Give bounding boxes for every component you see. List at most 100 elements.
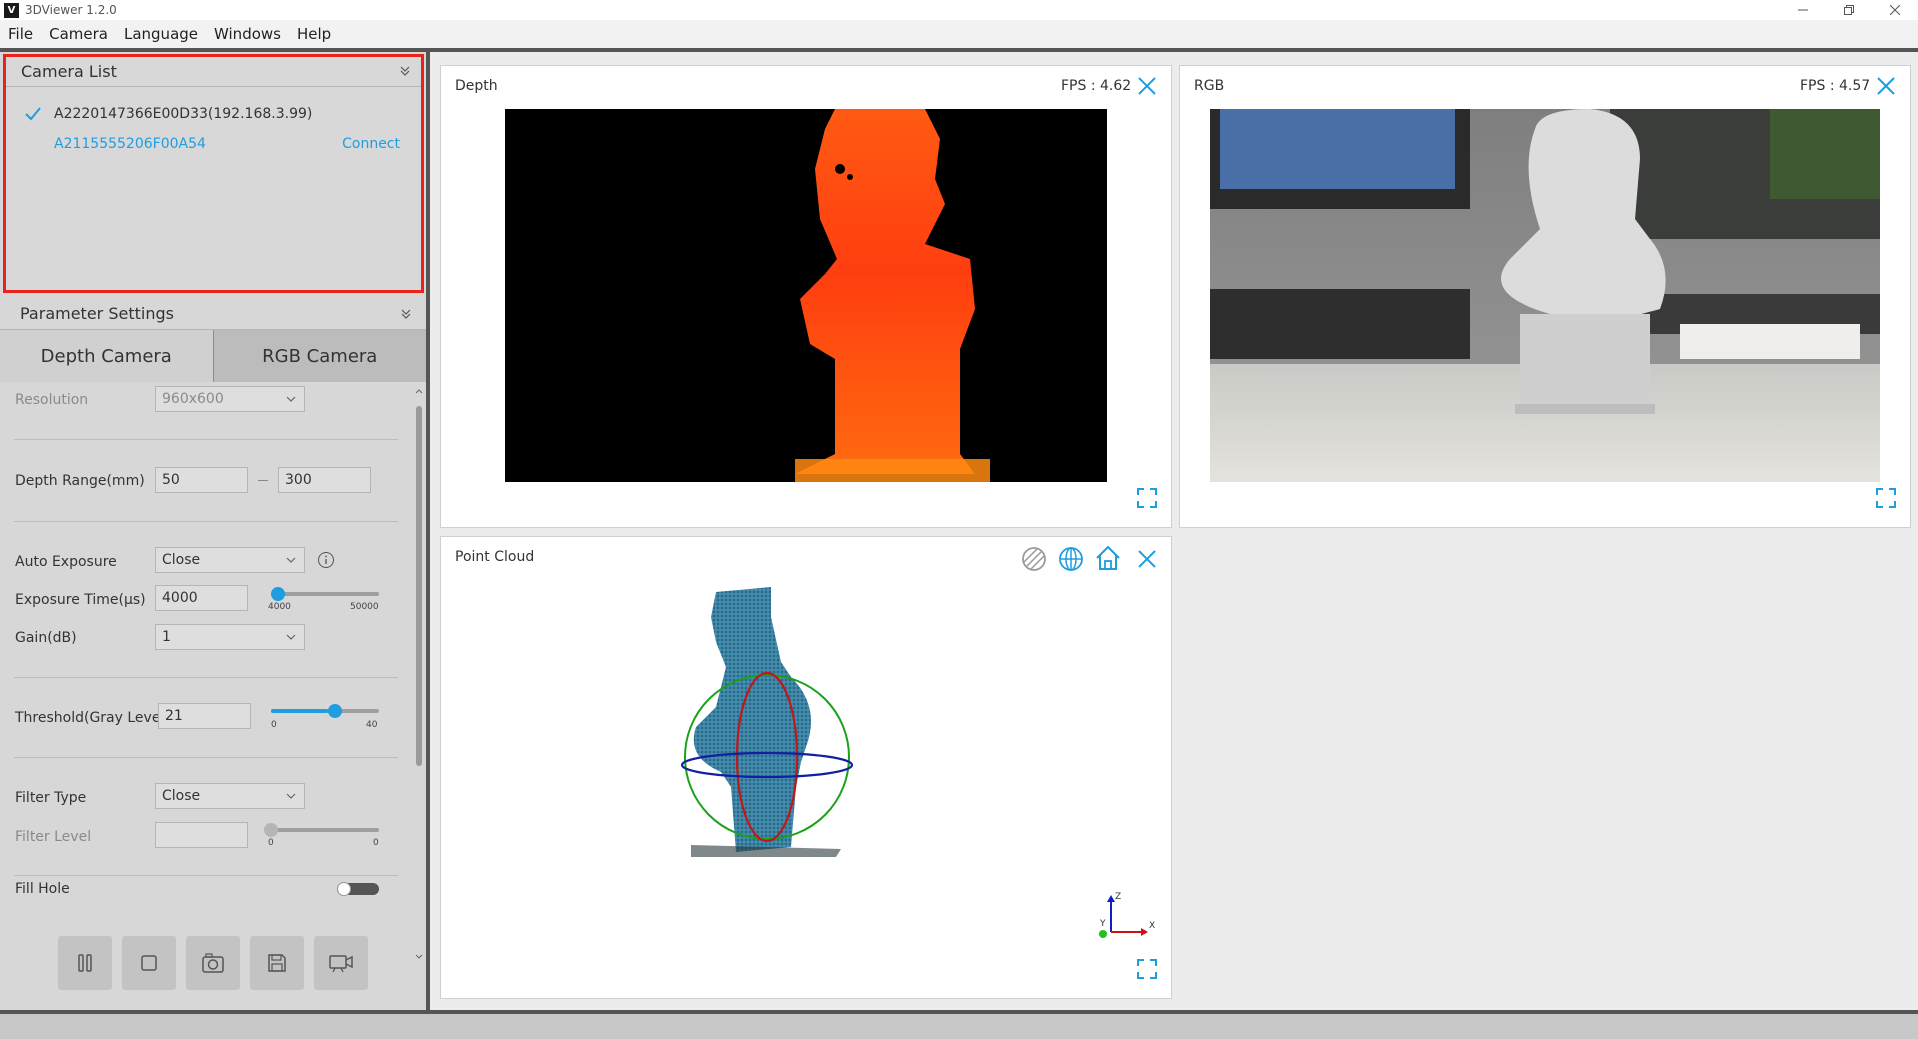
tab-rgb-camera[interactable]: RGB Camera [213, 330, 426, 382]
connect-link[interactable]: Connect [342, 136, 400, 152]
close-icon[interactable] [1135, 547, 1159, 571]
close-icon[interactable] [1874, 74, 1898, 98]
save-button[interactable] [250, 936, 304, 990]
slider-max-label: 50000 [350, 602, 379, 612]
threshold-value: 21 [165, 708, 183, 724]
gain-value: 1 [162, 629, 171, 645]
record-button[interactable] [314, 936, 368, 990]
point-cloud-view: Point Cloud Z Y X [440, 536, 1172, 999]
panel-splitter[interactable] [426, 52, 430, 1010]
camera-item[interactable]: A2115555206F00A54 Connect [24, 133, 414, 155]
scroll-thumb[interactable] [416, 406, 422, 766]
slider-handle[interactable] [271, 587, 285, 601]
home-icon[interactable] [1094, 544, 1122, 572]
left-panel: Camera List A2220147366E00D33(192.168.3.… [0, 52, 426, 1010]
axis-x-label: X [1149, 921, 1155, 931]
camera-list-header: Camera List [6, 57, 421, 87]
menu-camera[interactable]: Camera [49, 25, 108, 43]
resolution-select[interactable]: 960x600 [155, 386, 305, 412]
check-icon [25, 107, 41, 121]
auto-exposure-select[interactable]: Close [155, 547, 305, 573]
camera-name: A2220147366E00D33(192.168.3.99) [54, 106, 313, 122]
scroll-up-icon[interactable] [415, 388, 423, 394]
restore-button[interactable] [1826, 0, 1872, 20]
camera-item-connected[interactable]: A2220147366E00D33(192.168.3.99) [24, 103, 312, 125]
globe-icon[interactable] [1057, 545, 1085, 573]
rgb-view: RGB FPS : 4.57 [1179, 65, 1911, 528]
axis-gizmo: Z Y X [1099, 892, 1155, 938]
fill-hole-toggle[interactable] [337, 882, 379, 896]
camera-name[interactable]: A2115555206F00A54 [54, 136, 206, 152]
rgb-view-title: RGB [1194, 78, 1225, 94]
camera-icon [202, 953, 224, 973]
close-window-button[interactable] [1872, 0, 1918, 20]
stop-button[interactable] [122, 936, 176, 990]
threshold-label: Threshold(Gray Level) [15, 710, 170, 726]
exposure-time-slider[interactable] [271, 587, 379, 601]
menu-file[interactable]: File [8, 25, 33, 43]
rgb-fps: FPS : 4.57 [1800, 78, 1871, 94]
filter-type-select[interactable]: Close [155, 783, 305, 809]
threshold-input[interactable]: 21 [158, 703, 251, 729]
slider-handle[interactable] [264, 823, 278, 837]
bottom-toolbar [0, 936, 426, 1010]
pause-button[interactable] [58, 936, 112, 990]
threshold-slider[interactable] [271, 704, 379, 718]
point-cloud-render [681, 587, 854, 857]
filter-level-label: Filter Level [15, 829, 92, 845]
filter-type-value: Close [162, 788, 201, 804]
gain-label: Gain(dB) [15, 630, 77, 646]
divider [14, 677, 398, 678]
capture-button[interactable] [186, 936, 240, 990]
fill-hole-label: Fill Hole [15, 881, 70, 896]
exposure-time-input[interactable]: 4000 [155, 585, 248, 611]
chevron-down-icon [286, 793, 296, 799]
depth-range-min-value: 50 [162, 472, 180, 488]
menu-help[interactable]: Help [297, 25, 331, 43]
divider [14, 875, 398, 876]
menu-windows[interactable]: Windows [214, 25, 281, 43]
video-record-icon [329, 955, 353, 973]
texture-toggle-icon[interactable] [1020, 545, 1048, 573]
minimize-icon [1798, 9, 1808, 11]
fullscreen-icon[interactable] [1135, 957, 1159, 981]
close-icon [1890, 5, 1900, 15]
depth-range-min-input[interactable]: 50 [155, 467, 248, 493]
save-icon [268, 954, 286, 972]
divider [14, 757, 398, 758]
tab-depth-camera[interactable]: Depth Camera [0, 330, 214, 382]
stop-icon [141, 955, 157, 971]
camera-list-panel: Camera List A2220147366E00D33(192.168.3.… [3, 54, 424, 293]
app-title: 3DViewer 1.2.0 [25, 3, 117, 17]
filter-level-input[interactable] [155, 822, 248, 848]
point-cloud-view-title: Point Cloud [455, 549, 535, 565]
gain-select[interactable]: 1 [155, 624, 305, 650]
depth-image [505, 109, 1107, 482]
depth-range-max-value: 300 [285, 472, 312, 488]
auto-exposure-value: Close [162, 552, 201, 568]
info-icon[interactable] [317, 551, 335, 569]
fullscreen-icon[interactable] [1135, 486, 1159, 510]
slider-min-label: 4000 [268, 602, 291, 612]
exposure-time-value: 4000 [162, 590, 198, 606]
chevron-down-icon [286, 557, 296, 563]
close-icon[interactable] [1135, 74, 1159, 98]
point-cloud-canvas[interactable] [681, 587, 921, 867]
axis-y-label: Y [1099, 919, 1106, 929]
collapse-icon[interactable] [399, 65, 411, 77]
minimize-button[interactable] [1780, 0, 1826, 20]
menu-language[interactable]: Language [124, 25, 198, 43]
depth-view: Depth FPS : 4.62 [440, 65, 1172, 528]
depth-range-max-input[interactable]: 300 [278, 467, 371, 493]
filter-level-slider[interactable] [264, 823, 379, 837]
fullscreen-icon[interactable] [1874, 486, 1898, 510]
resolution-label: Resolution [15, 392, 89, 408]
slider-max-label: 0 [373, 838, 379, 848]
scrollbar[interactable] [415, 384, 423, 964]
slider-handle[interactable] [328, 704, 342, 718]
app-logo-icon: V [4, 2, 19, 18]
restore-icon [1844, 5, 1854, 15]
collapse-icon[interactable] [400, 308, 412, 320]
divider [14, 439, 398, 440]
menu-bar: File Camera Language Windows Help [0, 20, 1918, 48]
